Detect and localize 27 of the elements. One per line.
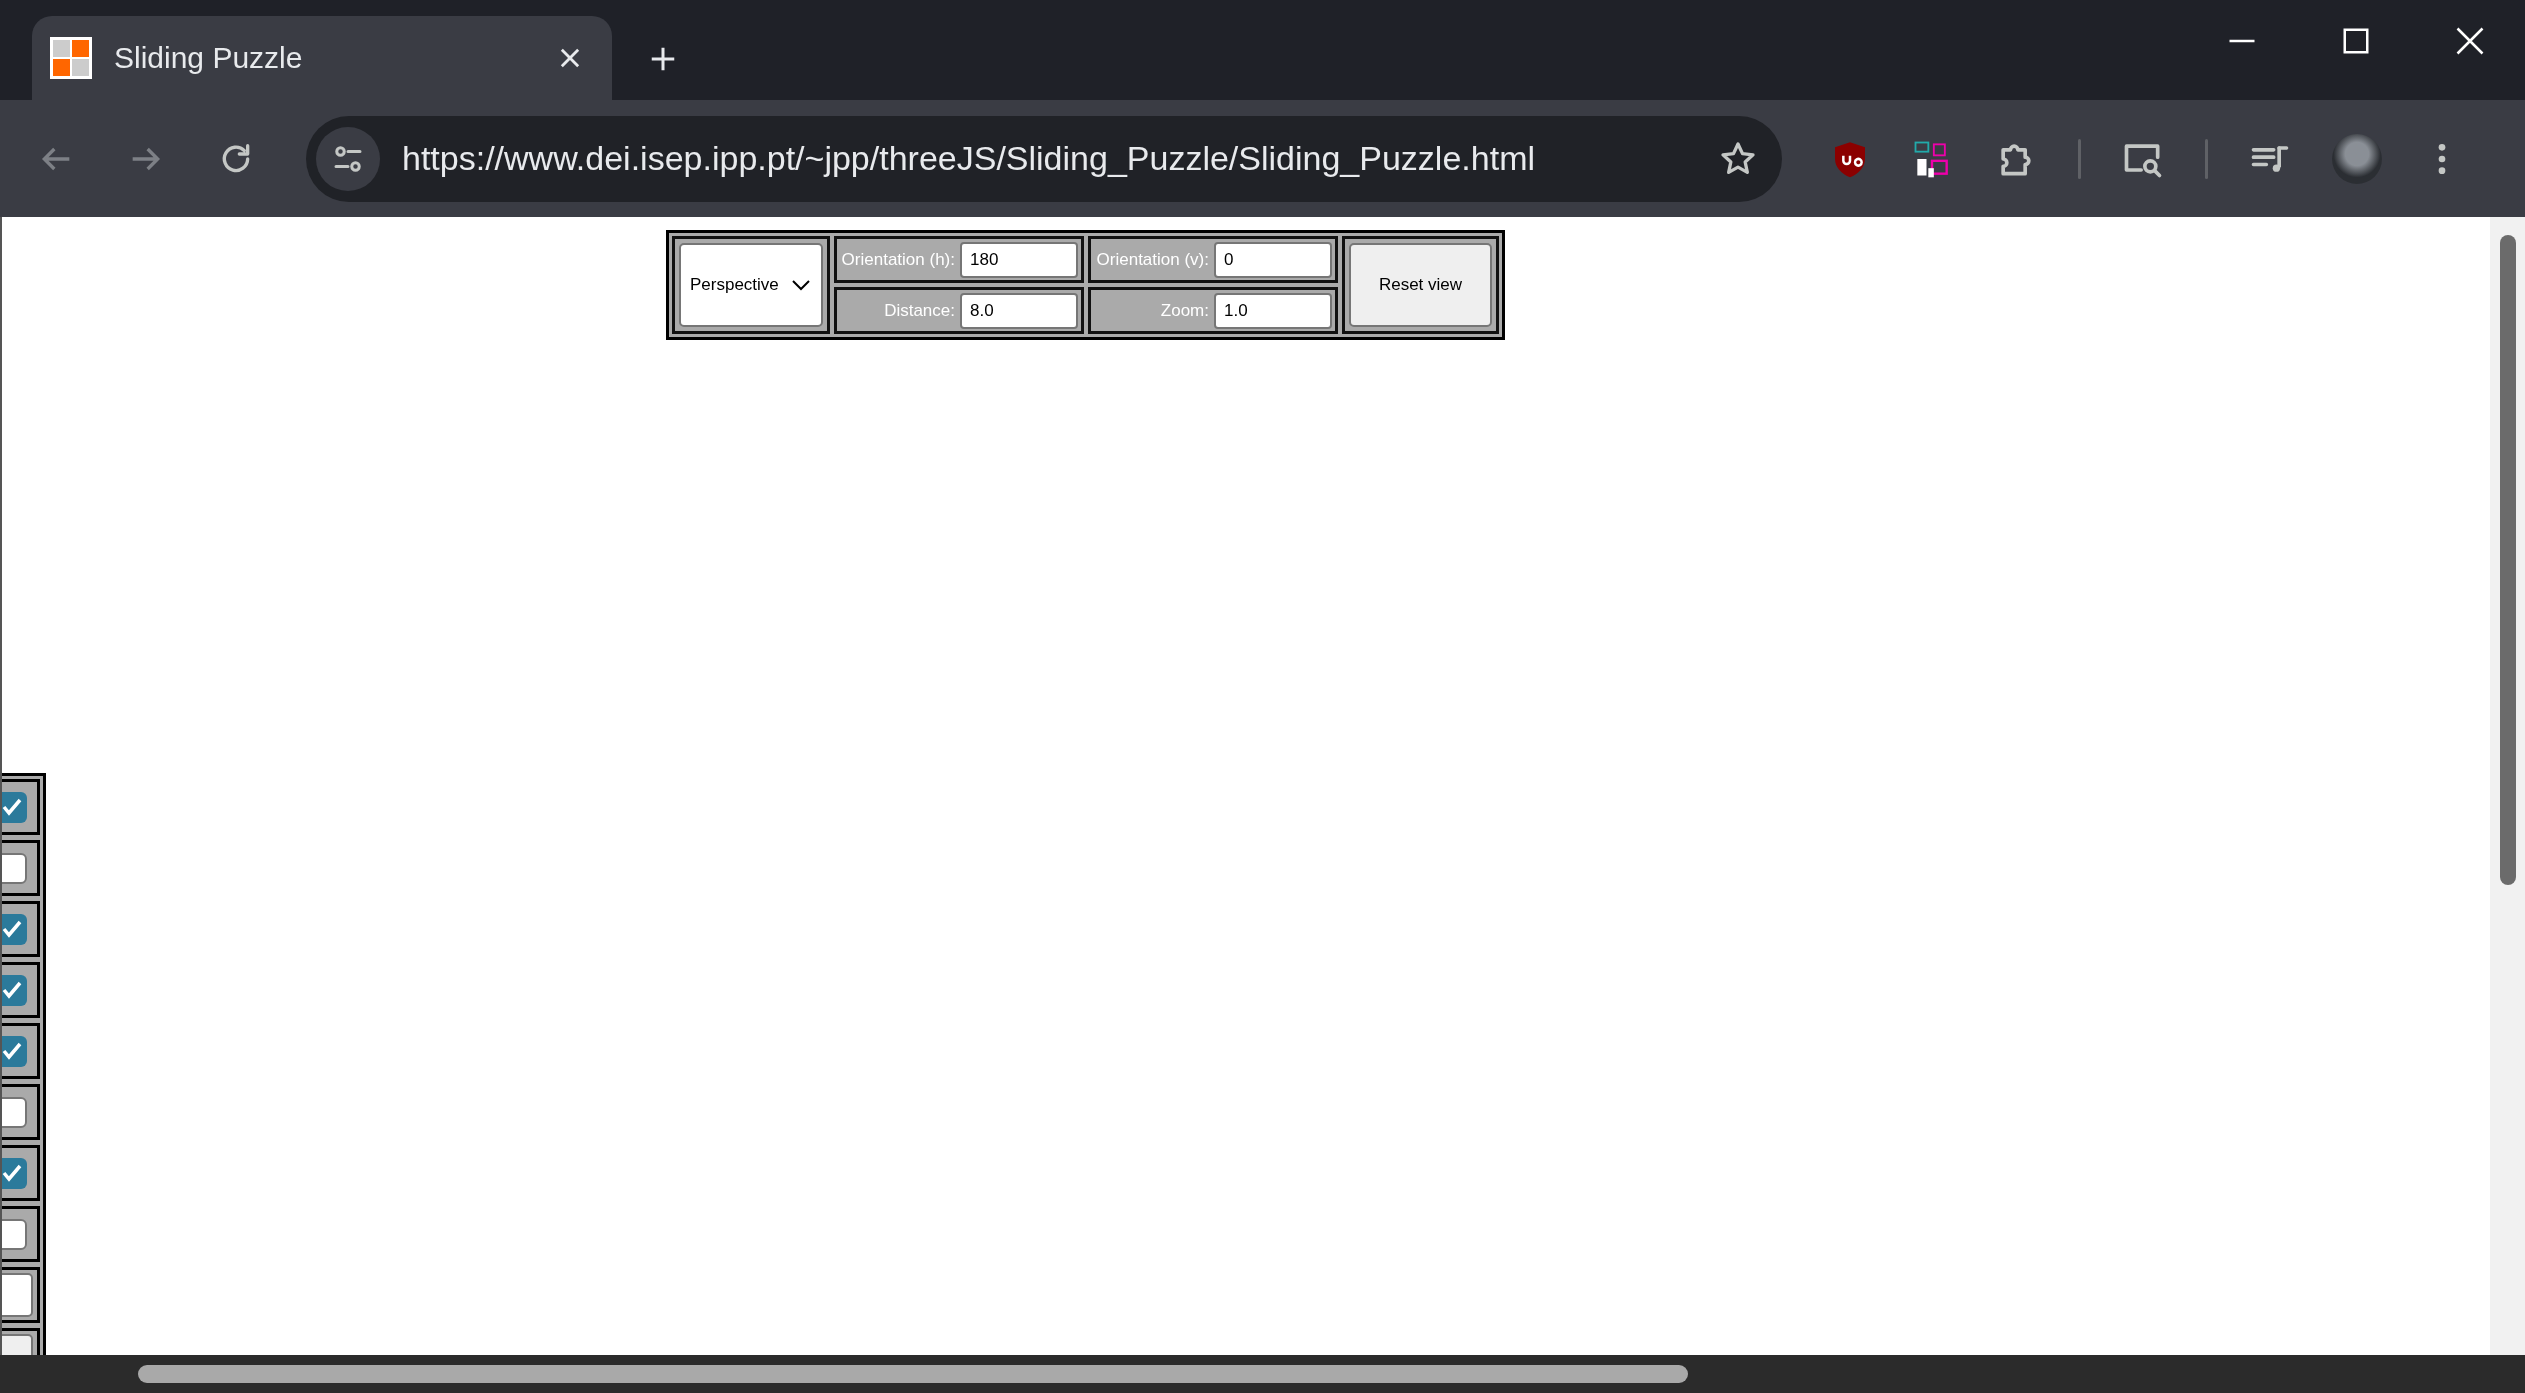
input-field[interactable]: 8.0 [960, 292, 1078, 329]
checkbox[interactable] [2, 974, 27, 1006]
checkbox[interactable] [2, 791, 27, 823]
site-settings-icon[interactable] [316, 126, 380, 191]
checkbox[interactable] [2, 1096, 27, 1128]
checkbox[interactable] [2, 1035, 27, 1067]
favicon-icon [50, 37, 92, 79]
browser-tab[interactable]: Sliding Puzzle [32, 16, 612, 100]
field-label: Zoom: [1160, 300, 1209, 321]
input-field[interactable]: 180 [960, 241, 1078, 278]
address-bar[interactable]: https://www.dei.isep.ipp.pt/~jpp/threeJS/Sliding_Puzzle/Sliding_Puzzle.html [306, 115, 1782, 202]
field-label: Orientation (h): [841, 249, 955, 270]
field-label: Distance: [884, 300, 955, 321]
input-field[interactable]: 1.0 [1214, 292, 1332, 329]
maximize-icon[interactable] [2341, 26, 2371, 56]
checkbox[interactable] [2, 1157, 27, 1189]
checkbox[interactable] [2, 913, 27, 945]
close-icon[interactable] [2455, 26, 2485, 56]
field-label: Orientation (v): [1096, 249, 1209, 270]
checkbox[interactable] [2, 852, 27, 884]
reset-view-button[interactable]: Reset view [1349, 243, 1492, 327]
checkbox[interactable] [2, 1218, 27, 1250]
input-field[interactable]: 0 [1214, 241, 1332, 278]
avatar[interactable] [2332, 133, 2382, 184]
projection-dropdown[interactable]: Perspective [679, 243, 823, 327]
tab-title: Sliding Puzzle [114, 41, 304, 75]
url-text: https://www.dei.isep.ipp.pt/~jpp/threeJS/Sliding_Puzzle/Sliding_Puzzle.html [402, 139, 1536, 178]
